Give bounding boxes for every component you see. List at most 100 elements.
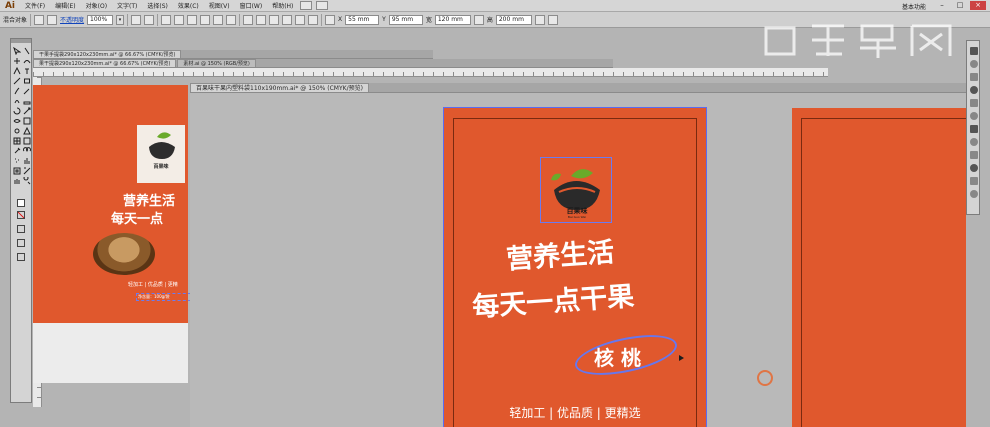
- symbol-sprayer-tool-icon[interactable]: [13, 157, 21, 165]
- pencil-tool-icon[interactable]: [23, 87, 31, 95]
- distribute-top-icon[interactable]: [243, 14, 254, 25]
- menu-effect[interactable]: 效果(C): [173, 1, 204, 10]
- artboard-bag-back[interactable]: [792, 108, 967, 427]
- align-bottom-icon[interactable]: [226, 14, 237, 25]
- height-label: 高: [486, 17, 493, 24]
- tab-document-bag[interactable]: 百果味干果内塑料袋110x190mm.ai* @ 150% (CMYK/预览): [190, 83, 369, 92]
- blend-tool-icon[interactable]: [23, 147, 31, 155]
- color-guide-panel-icon[interactable]: [970, 60, 978, 68]
- horizontal-ruler[interactable]: [33, 68, 828, 77]
- distribute-bottom-icon[interactable]: [269, 14, 280, 25]
- appearance-panel-icon[interactable]: [970, 151, 978, 159]
- menu-object[interactable]: 对象(O): [81, 1, 112, 10]
- selection-tool-icon[interactable]: [13, 47, 21, 55]
- link-proportions-icon[interactable]: [473, 14, 484, 25]
- tab-document-handbag[interactable]: 干果手提袋290x120x230mm.ai* @ 66.67% (CMYK/预览…: [33, 50, 182, 58]
- distribute-right-icon[interactable]: [308, 14, 319, 25]
- align-top-icon[interactable]: [200, 14, 211, 25]
- arrange-documents-icon[interactable]: [316, 1, 329, 10]
- opacity-field[interactable]: 100%: [87, 14, 114, 25]
- transform-panel-icon[interactable]: [534, 14, 545, 25]
- swatches-panel-icon[interactable]: [970, 73, 978, 81]
- menu-window[interactable]: 窗口(W): [235, 1, 268, 10]
- close-icon[interactable]: ×: [970, 1, 986, 10]
- magic-wand-tool-icon[interactable]: [13, 57, 21, 65]
- menu-help[interactable]: 帮助(H): [267, 1, 298, 10]
- stroke-swatch-icon[interactable]: [34, 14, 45, 25]
- gradient-tool-icon[interactable]: [23, 137, 31, 145]
- paintbrush-tool-icon[interactable]: [13, 87, 21, 95]
- menu-file[interactable]: 文件(F): [20, 1, 50, 10]
- tools-panel: [10, 38, 32, 403]
- distribute-left-icon[interactable]: [282, 14, 293, 25]
- fill-swatch-icon[interactable]: [47, 14, 58, 25]
- hand-tool-icon[interactable]: [13, 177, 21, 185]
- line-tool-icon[interactable]: [13, 77, 21, 85]
- align-left-icon[interactable]: [161, 14, 172, 25]
- graphic-styles-panel-icon[interactable]: [970, 164, 978, 172]
- edit-contents-icon[interactable]: [144, 14, 155, 25]
- minimize-icon[interactable]: –: [934, 1, 950, 10]
- menu-type[interactable]: 文字(T): [112, 1, 142, 10]
- menu-view[interactable]: 视图(V): [204, 1, 235, 10]
- align-center-icon[interactable]: [174, 14, 185, 25]
- eraser-tool-icon[interactable]: [23, 97, 31, 105]
- tab-document-assets[interactable]: 素材.ai @ 150% (RGB/预览): [177, 59, 256, 67]
- x-field[interactable]: 55 mm: [345, 14, 380, 25]
- column-graph-tool-icon[interactable]: [23, 157, 31, 165]
- align-right-icon[interactable]: [187, 14, 198, 25]
- screen-mode-icon[interactable]: [17, 253, 25, 261]
- symbols-panel-icon[interactable]: [970, 99, 978, 107]
- slice-tool-icon[interactable]: [23, 167, 31, 175]
- artboard-handbag[interactable]: 百果味 营养生活 每天一点 轻加工 | 优品质 | 更精 净含量：100g/袋: [33, 85, 191, 323]
- lasso-tool-icon[interactable]: [23, 57, 31, 65]
- menu-edit[interactable]: 编辑(E): [50, 1, 80, 10]
- rotate-tool-icon[interactable]: [13, 107, 21, 115]
- bridge-icon[interactable]: [300, 1, 313, 10]
- stroke-panel-icon[interactable]: [970, 112, 978, 120]
- scale-tool-icon[interactable]: [23, 107, 31, 115]
- left-brand-name: 百果味: [153, 164, 169, 170]
- direct-selection-tool-icon[interactable]: [23, 47, 31, 55]
- distribute-center-icon[interactable]: [295, 14, 306, 25]
- brushes-panel-icon[interactable]: [970, 86, 978, 94]
- width-tool-icon[interactable]: [13, 117, 21, 125]
- height-field[interactable]: 200 mm: [495, 14, 532, 25]
- free-transform-tool-icon[interactable]: [23, 117, 31, 125]
- stroke-color-swatch-icon[interactable]: [17, 211, 25, 219]
- opacity-link[interactable]: 不透明度: [60, 15, 84, 24]
- artboard-tool-icon[interactable]: [13, 167, 21, 175]
- draw-mode-icon[interactable]: [17, 239, 25, 247]
- left-weight: 净含量：100g/袋: [136, 293, 191, 301]
- tab-document-handbag-2[interactable]: 果干提袋290x120x230mm.ai* @ 66.67% (CMYK/预览): [33, 59, 177, 67]
- artboards-panel-icon[interactable]: [970, 190, 978, 198]
- fill-color-swatch-icon[interactable]: [17, 199, 25, 207]
- y-field[interactable]: 95 mm: [388, 14, 423, 25]
- align-middle-icon[interactable]: [213, 14, 224, 25]
- panel-menu-icon[interactable]: [547, 14, 558, 25]
- maximize-icon[interactable]: □: [952, 1, 968, 10]
- width-field[interactable]: 120 mm: [434, 14, 471, 25]
- pen-tool-icon[interactable]: [13, 67, 21, 75]
- reference-point-icon[interactable]: [325, 14, 336, 25]
- swap-colors-icon[interactable]: [17, 225, 25, 233]
- type-tool-icon[interactable]: [23, 67, 31, 75]
- rectangle-tool-icon[interactable]: [23, 77, 31, 85]
- perspective-grid-tool-icon[interactable]: [23, 127, 31, 135]
- layers-panel-icon[interactable]: [970, 177, 978, 185]
- eyedropper-tool-icon[interactable]: [13, 147, 21, 155]
- shape-builder-tool-icon[interactable]: [13, 127, 21, 135]
- recolor-icon[interactable]: [131, 14, 142, 25]
- menu-select[interactable]: 选择(S): [142, 1, 173, 10]
- workspace-switcher[interactable]: 基本功能: [902, 2, 926, 11]
- opacity-dropdown[interactable]: ▾: [116, 14, 125, 25]
- zoom-tool-icon[interactable]: [23, 177, 31, 185]
- panel-grip[interactable]: [11, 39, 31, 43]
- mesh-tool-icon[interactable]: [13, 137, 21, 145]
- blob-brush-tool-icon[interactable]: [13, 97, 21, 105]
- gradient-panel-icon[interactable]: [970, 125, 978, 133]
- artboard-bag-front[interactable]: 百果味 Bai Guo Wei 营养生活 每天一点干果 核 桃 轻加工 | 优品…: [443, 107, 707, 427]
- distribute-middle-icon[interactable]: [256, 14, 267, 25]
- transparency-panel-icon[interactable]: [970, 138, 978, 146]
- color-panel-icon[interactable]: [970, 47, 978, 55]
